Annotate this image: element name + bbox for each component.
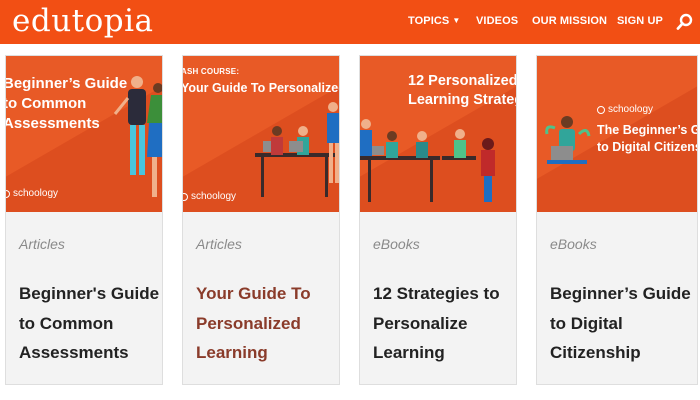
brand-name: schoology [13,188,59,199]
card-type: eBooks [373,236,420,252]
card-image: Beginner’s Guide to Common Assessments s… [6,56,162,212]
image-text-line: 12 Personalized [408,73,516,89]
card-title[interactable]: Your Guide To Personalized Learning [196,279,339,368]
brand-name: schoology [191,191,237,202]
nav-sign-up[interactable]: SIGN UP [617,15,663,27]
image-text-line: Learning Strategies [408,92,516,109]
student-laptop-illustration [545,116,591,164]
card-image: 12 Personalized Learning Strategies [360,56,516,212]
content-card[interactable]: schoology The Beginner’s Guide to Digita… [536,55,698,385]
schoology-logo: schoology [597,104,653,115]
nav-topics-label: TOPICS [408,15,450,27]
card-title[interactable]: 12 Strategies to Personalize Learning [373,279,516,368]
card-title[interactable]: Beginner's Guide to Common Assessments [19,279,162,368]
card-image: schoology The Beginner’s Guide to Digita… [537,56,697,212]
classroom-illustration [255,102,339,197]
schoology-logo: schoology [183,191,236,202]
content-card[interactable]: 12 Personalized Learning Strategies eBoo… [359,55,517,385]
image-text-line: Assessments [6,114,100,132]
brand-name: schoology [608,104,654,115]
content-card[interactable]: Beginner’s Guide to Common Assessments s… [5,55,163,385]
edutopia-logo[interactable]: edutopia [12,2,154,40]
schoology-logo: schoology [6,188,58,199]
nav-topics[interactable]: TOPICS ▼ [408,15,460,27]
content-card[interactable]: ASH COURSE: Your Guide To Personalized L… [182,55,340,385]
image-text-line: to Common [6,94,87,112]
students-illustration [360,119,495,202]
chevron-down-icon: ▼ [452,16,461,25]
nav-videos[interactable]: VIDEOS [476,15,518,27]
card-type: Articles [196,236,242,252]
card-type: eBooks [550,236,597,252]
image-text-line: Beginner’s Guide [6,75,128,92]
card-image: ASH COURSE: Your Guide To Personalized L… [183,56,339,212]
image-text-line: Your Guide To Personalized Learning [183,81,339,95]
image-text-line: The Beginner’s Guide [597,123,697,137]
card-title[interactable]: Beginner’s Guide to Digital Citizenship [550,279,697,368]
card-type: Articles [19,236,65,252]
search-icon [676,13,693,30]
image-text-line: to Digital Citizenship [597,139,697,154]
image-kicker: ASH COURSE: [183,67,240,76]
nav-our-mission[interactable]: OUR MISSION [532,15,607,27]
teacher-illustration [113,76,162,197]
site-header: edutopia TOPICS ▼ VIDEOS OUR MISSION SIGN… [0,0,700,44]
search-button[interactable] [676,13,694,31]
